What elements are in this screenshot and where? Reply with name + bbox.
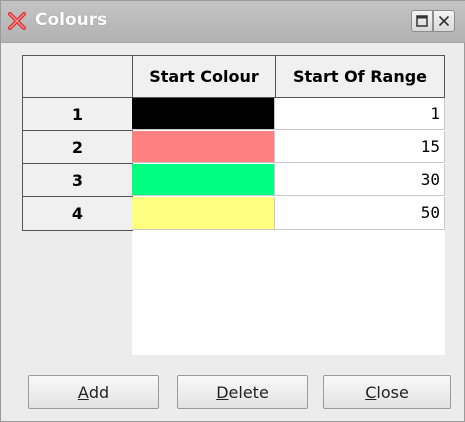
- colour-swatch[interactable]: [132, 197, 275, 230]
- colour-swatch[interactable]: [132, 164, 275, 196]
- row-header[interactable]: 4: [22, 196, 133, 231]
- x-icon: [8, 12, 26, 30]
- start-of-range-cell[interactable]: 30: [275, 164, 445, 196]
- start-of-range-cell[interactable]: 50: [275, 197, 445, 230]
- maximize-icon: [416, 15, 428, 27]
- close-mnemonic: C: [365, 382, 377, 402]
- maximize-button[interactable]: [411, 10, 433, 32]
- corner-header: [22, 55, 133, 98]
- window-title: Colours: [35, 10, 108, 30]
- colour-table[interactable]: Start Colour Start Of Range 1 1 2 15 3 3…: [22, 55, 445, 355]
- close-icon: [438, 15, 450, 27]
- title-bar[interactable]: Colours: [1, 1, 465, 43]
- start-of-range-cell[interactable]: 15: [275, 131, 445, 163]
- colour-swatch[interactable]: [132, 98, 275, 130]
- close-label: lose: [376, 382, 409, 402]
- colours-dialog: Colours Start Colour Start Of Range 1 1 …: [0, 0, 465, 422]
- column-header-start-of-range[interactable]: Start Of Range: [275, 55, 445, 98]
- start-of-range-cell[interactable]: 1: [275, 98, 445, 130]
- add-label: dd: [88, 382, 110, 402]
- close-button[interactable]: Close: [323, 375, 451, 409]
- row-header[interactable]: 2: [22, 130, 133, 164]
- delete-button[interactable]: Delete: [177, 375, 308, 409]
- delete-label: elete: [228, 382, 269, 402]
- row-header[interactable]: 1: [22, 97, 133, 131]
- add-button[interactable]: Add: [28, 375, 159, 409]
- add-mnemonic: A: [77, 382, 89, 402]
- close-window-button[interactable]: [433, 10, 455, 32]
- row-header[interactable]: 3: [22, 163, 133, 197]
- colour-swatch[interactable]: [132, 131, 275, 163]
- column-header-start-colour[interactable]: Start Colour: [132, 55, 276, 98]
- delete-mnemonic: D: [216, 382, 229, 402]
